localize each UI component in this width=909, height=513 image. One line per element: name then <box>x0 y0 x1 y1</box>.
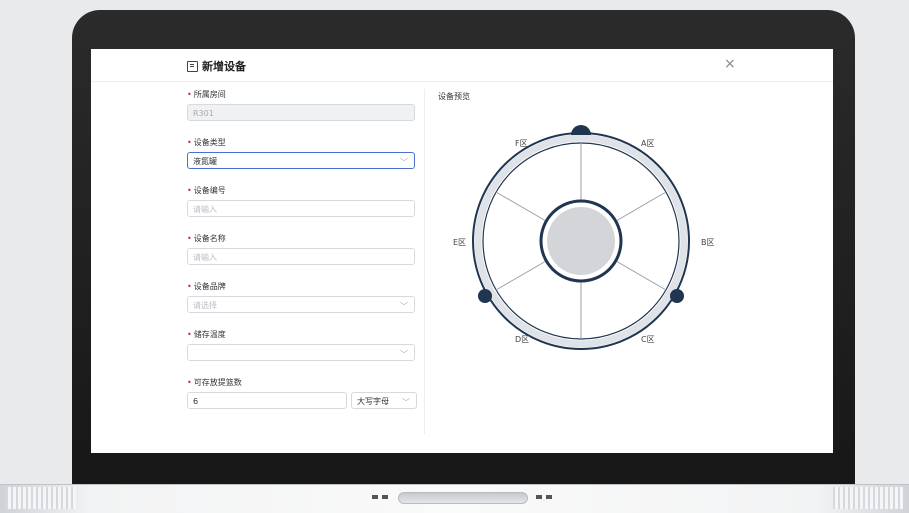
laptop-base <box>0 484 909 513</box>
dialog-header: 新增设备 × <box>91 49 833 82</box>
handle-right <box>670 289 684 303</box>
base-notch <box>398 492 528 504</box>
device-brand-placeholder: 请选择 <box>193 301 217 310</box>
chevron-down-icon: ﹀ <box>400 158 408 167</box>
device-type-value: 液氮罐 <box>193 157 217 166</box>
field-basket-count: • 可存放提篮数 6 大写字母 ﹀ <box>187 377 417 409</box>
dialog-title-text: 新增设备 <box>202 60 246 73</box>
basket-naming-select[interactable]: 大写字母 ﹀ <box>351 392 417 409</box>
field-device-number: • 设备编号 请输入 <box>187 185 417 217</box>
handle-left <box>478 289 492 303</box>
form-icon <box>187 60 198 72</box>
device-name-placeholder: 请输入 <box>193 253 217 262</box>
device-type-label: • 设备类型 <box>187 138 226 147</box>
room-label: • 所属房间 <box>187 90 226 99</box>
field-storage-temp: • 储存温度 ﹀ <box>187 329 417 361</box>
zone-d-label: D区 <box>515 335 529 344</box>
base-grille-left <box>6 487 76 509</box>
device-number-label: • 设备编号 <box>187 186 226 195</box>
chevron-down-icon: ﹀ <box>400 350 408 359</box>
field-device-brand: • 设备品牌 请选择 ﹀ <box>187 281 417 313</box>
device-preview-wheel: A区 B区 C区 D区 E区 F区 <box>453 125 715 350</box>
field-device-type: • 设备类型 液氮罐 ﹀ <box>187 137 417 169</box>
base-grille-right <box>833 487 903 509</box>
basket-count-label: • 可存放提篮数 <box>187 378 242 387</box>
zone-c-label: C区 <box>641 335 655 344</box>
field-device-name: • 设备名称 请输入 <box>187 233 417 265</box>
base-dots-left <box>372 495 388 499</box>
device-form: • 所属房间 R301 • 设备类型 液氮罐 ﹀ • 设备编号 请输入 • 设备名称 请… <box>187 89 417 409</box>
close-icon[interactable]: × <box>724 57 736 71</box>
device-name-label: • 设备名称 <box>187 234 226 243</box>
chevron-down-icon: ﹀ <box>400 302 408 311</box>
storage-temp-select[interactable]: ﹀ <box>187 344 415 361</box>
zone-f-label: F区 <box>515 139 528 148</box>
room-input[interactable]: R301 <box>187 104 415 121</box>
zone-e-label: E区 <box>453 238 466 247</box>
device-brand-label: • 设备品牌 <box>187 282 226 291</box>
dialog-title: 新增设备 <box>187 58 246 74</box>
preview-title: 设备预览 <box>438 92 470 101</box>
device-number-input[interactable]: 请输入 <box>187 200 415 217</box>
device-name-input[interactable]: 请输入 <box>187 248 415 265</box>
basket-count-input[interactable]: 6 <box>187 392 347 409</box>
field-room: • 所属房间 R301 <box>187 89 417 121</box>
device-type-select[interactable]: 液氮罐 ﹀ <box>187 152 415 169</box>
base-dots-right <box>536 495 552 499</box>
device-brand-select[interactable]: 请选择 ﹀ <box>187 296 415 313</box>
device-number-placeholder: 请输入 <box>193 205 217 214</box>
center-hub <box>547 207 615 275</box>
zone-b-label: B区 <box>701 238 715 247</box>
chevron-down-icon: ﹀ <box>402 398 410 407</box>
screen: 新增设备 × • 所属房间 R301 • 设备类型 液氮罐 ﹀ • 设备编号 请输入 … <box>91 49 833 453</box>
basket-count-row: 6 大写字母 ﹀ <box>187 392 417 409</box>
zone-a-label: A区 <box>641 139 654 148</box>
storage-temp-label: • 储存温度 <box>187 330 226 339</box>
basket-naming-value: 大写字母 <box>357 397 389 406</box>
column-divider <box>424 89 425 434</box>
handle-top <box>571 125 591 135</box>
